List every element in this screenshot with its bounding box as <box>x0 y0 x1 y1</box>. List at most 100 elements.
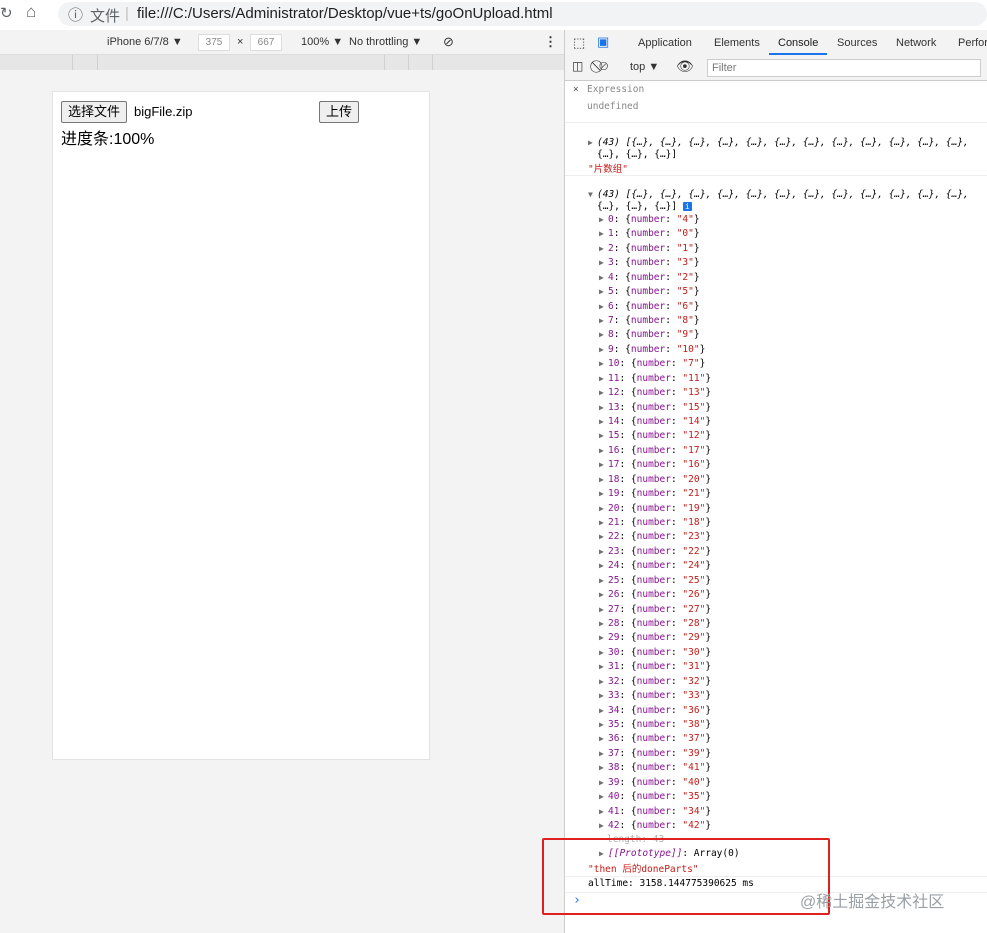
expand-arrow-icon[interactable]: ▶ <box>599 388 608 397</box>
expand-arrow-icon[interactable]: ▶ <box>599 374 608 383</box>
tab-network[interactable]: Network <box>896 37 936 49</box>
close-expression-icon[interactable]: × <box>573 84 579 95</box>
expand-arrow-icon[interactable]: ▶ <box>599 648 608 657</box>
array-item-row[interactable]: ▶ 15: {number: "12"} <box>599 430 711 441</box>
expand-arrow-icon[interactable]: ▶ <box>599 792 608 801</box>
array-item-row[interactable]: ▶ 4: {number: "2"} <box>599 272 700 283</box>
array-item-row[interactable]: ▶ 42: {number: "42"} <box>599 820 711 831</box>
array-item-row[interactable]: ▶ 23: {number: "22"} <box>599 546 711 557</box>
expand-arrow-icon[interactable]: ▶ <box>599 258 608 267</box>
expand-arrow-icon[interactable]: ▶ <box>599 821 608 830</box>
array-item-row[interactable]: ▶ 22: {number: "23"} <box>599 531 711 542</box>
expand-arrow-icon[interactable]: ▶ <box>599 590 608 599</box>
filter-input[interactable]: Filter <box>707 59 981 77</box>
expression-label[interactable]: Expression <box>587 84 644 95</box>
tab-sources[interactable]: Sources <box>837 37 877 49</box>
expand-arrow-icon[interactable]: ▶ <box>599 662 608 671</box>
array-item-row[interactable]: ▶ 1: {number: "0"} <box>599 228 700 239</box>
array-item-row[interactable]: ▶ 38: {number: "41"} <box>599 762 711 773</box>
expand-arrow-icon[interactable]: ▶ <box>599 460 608 469</box>
inspect-element-icon[interactable]: ⬚ <box>573 35 585 51</box>
context-select[interactable]: top ▼ <box>630 61 659 73</box>
more-options-icon[interactable]: ⋮ <box>544 34 557 50</box>
array-item-row[interactable]: ▶ 19: {number: "21"} <box>599 488 711 499</box>
array-item-row[interactable]: ▶ 3: {number: "3"} <box>599 257 700 268</box>
info-badge-icon[interactable]: i <box>682 202 692 211</box>
array-item-row[interactable]: ▶ 10: {number: "7"} <box>599 358 705 369</box>
tab-console[interactable]: Console <box>778 37 818 49</box>
expand-arrow-icon[interactable]: ▶ <box>599 532 608 541</box>
collapse-arrow-icon[interactable]: ▼ <box>588 190 597 199</box>
device-height-input[interactable]: 667 <box>250 34 282 51</box>
array-item-row[interactable]: ▶ 7: {number: "8"} <box>599 315 700 326</box>
array-item-row[interactable]: ▶ 35: {number: "38"} <box>599 719 711 730</box>
expand-arrow-icon[interactable]: ▶ <box>599 619 608 628</box>
expand-arrow-icon[interactable]: ▶ <box>599 561 608 570</box>
info-icon[interactable]: ⓘ <box>68 4 83 25</box>
array-item-row[interactable]: ▶ 34: {number: "36"} <box>599 705 711 716</box>
choose-file-button[interactable]: 选择文件 <box>61 101 128 123</box>
array-item-row[interactable]: ▶ 6: {number: "6"} <box>599 301 700 312</box>
expand-arrow-icon[interactable]: ▶ <box>599 489 608 498</box>
array-item-row[interactable]: ▶ 17: {number: "16"} <box>599 459 711 470</box>
media-query-ruler[interactable] <box>0 55 564 70</box>
expand-arrow-icon[interactable]: ▶ <box>599 605 608 614</box>
array-item-row[interactable]: ▶ 33: {number: "33"} <box>599 690 711 701</box>
expand-arrow-icon[interactable]: ▶ <box>599 229 608 238</box>
array-item-row[interactable]: ▶ 0: {number: "4"} <box>599 214 700 225</box>
expand-arrow-icon[interactable]: ▶ <box>599 778 608 787</box>
tab-performance[interactable]: Perfor <box>958 37 987 49</box>
array-item-row[interactable]: ▶ 26: {number: "26"} <box>599 589 711 600</box>
array-item-row[interactable]: ▶ 32: {number: "32"} <box>599 676 711 687</box>
array-item-row[interactable]: ▶ 29: {number: "29"} <box>599 632 711 643</box>
url-text[interactable]: file:///C:/Users/Administrator/Desktop/v… <box>137 5 553 22</box>
expand-arrow-icon[interactable]: ▶ <box>599 244 608 253</box>
expand-arrow-icon[interactable]: ▶ <box>599 504 608 513</box>
expand-arrow-icon[interactable]: ▶ <box>599 807 608 816</box>
array-item-row[interactable]: ▶ 5: {number: "5"} <box>599 286 700 297</box>
expand-arrow-icon[interactable]: ▶ <box>599 677 608 686</box>
expand-arrow-icon[interactable]: ▶ <box>599 431 608 440</box>
array-item-row[interactable]: ▶ 30: {number: "30"} <box>599 647 711 658</box>
array-item-row[interactable]: ▶ 20: {number: "19"} <box>599 503 711 514</box>
log2-summary[interactable]: ▼ (43) [{…}, {…}, {…}, {…}, {…}, {…}, {…}… <box>588 189 969 200</box>
array-item-row[interactable]: ▶ 31: {number: "31"} <box>599 661 711 672</box>
array-item-row[interactable]: ▶ 37: {number: "39"} <box>599 748 711 759</box>
device-width-input[interactable]: 375 <box>198 34 230 51</box>
array-item-row[interactable]: ▶ 9: {number: "10"} <box>599 344 705 355</box>
expand-arrow-icon[interactable]: ▶ <box>588 138 597 147</box>
zoom-select[interactable]: 100% ▼ <box>301 36 343 48</box>
home-icon[interactable]: ⌂ <box>26 2 36 22</box>
expand-arrow-icon[interactable]: ▶ <box>599 273 608 282</box>
upload-button[interactable]: 上传 <box>319 101 360 123</box>
array-item-row[interactable]: ▶ 16: {number: "17"} <box>599 445 711 456</box>
expand-arrow-icon[interactable]: ▶ <box>599 749 608 758</box>
array-item-row[interactable]: ▶ 36: {number: "37"} <box>599 733 711 744</box>
expand-arrow-icon[interactable]: ▶ <box>599 446 608 455</box>
expand-arrow-icon[interactable]: ▶ <box>599 706 608 715</box>
clear-console-icon[interactable]: ⃠⊘ <box>599 59 608 74</box>
array-item-row[interactable]: ▶ 40: {number: "35"} <box>599 791 711 802</box>
expand-arrow-icon[interactable]: ▶ <box>599 475 608 484</box>
expand-arrow-icon[interactable]: ▶ <box>599 720 608 729</box>
expand-arrow-icon[interactable]: ▶ <box>599 215 608 224</box>
expand-arrow-icon[interactable]: ▶ <box>599 403 608 412</box>
array-item-row[interactable]: ▶ 11: {number: "11"} <box>599 373 711 384</box>
expand-arrow-icon[interactable]: ▶ <box>599 359 608 368</box>
throttling-select[interactable]: No throttling ▼ <box>349 36 422 48</box>
array-item-row[interactable]: ▶ 25: {number: "25"} <box>599 575 711 586</box>
sidebar-toggle-icon[interactable]: ◫ <box>572 59 583 73</box>
log1-summary[interactable]: ▶ (43) [{…}, {…}, {…}, {…}, {…}, {…}, {…}… <box>588 137 969 148</box>
expand-arrow-icon[interactable]: ▶ <box>599 316 608 325</box>
live-expression-eye-icon[interactable]: 👁 <box>676 58 694 75</box>
reload-icon[interactable]: ↻ <box>0 4 13 22</box>
array-item-row[interactable]: ▶ 14: {number: "14"} <box>599 416 711 427</box>
tab-application[interactable]: Application <box>638 37 692 49</box>
array-item-row[interactable]: ▶ 28: {number: "28"} <box>599 618 711 629</box>
expand-arrow-icon[interactable]: ▶ <box>599 576 608 585</box>
array-item-row[interactable]: ▶ 27: {number: "27"} <box>599 604 711 615</box>
expand-arrow-icon[interactable]: ▶ <box>599 763 608 772</box>
device-select[interactable]: iPhone 6/7/8 ▼ <box>107 36 183 48</box>
expand-arrow-icon[interactable]: ▶ <box>599 691 608 700</box>
array-item-row[interactable]: ▶ 12: {number: "13"} <box>599 387 711 398</box>
